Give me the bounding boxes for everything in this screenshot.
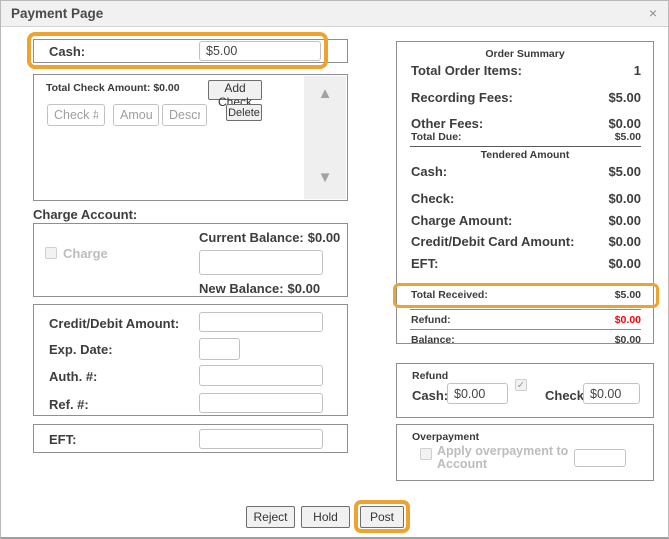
charge-account-input[interactable]	[199, 250, 323, 275]
exp-date-input[interactable]	[199, 338, 240, 360]
refund-check-input[interactable]	[583, 383, 640, 404]
tendered-row-check: Check:$0.00	[411, 191, 641, 206]
summary-row-other-fees: Other Fees:$0.00	[411, 116, 641, 131]
title-bar: Payment Page ×	[1, 1, 668, 27]
credit-debit-amount-label: Credit/Debit Amount:	[49, 316, 179, 331]
summary-row-balance: Balance:$0.00	[411, 334, 641, 346]
order-summary-title: Order Summary	[397, 48, 653, 60]
charge-panel: Charge Current Balance:$0.00 New Balance…	[33, 223, 348, 297]
refund-cash-input[interactable]	[447, 383, 508, 404]
apply-overpayment-checkbox[interactable]	[420, 448, 432, 460]
reject-button[interactable]: Reject	[246, 506, 295, 528]
overpayment-account-input[interactable]	[574, 449, 626, 467]
check-list-scrollbar[interactable]: ▲ ▼	[304, 76, 346, 199]
refund-cash-label: Cash:	[412, 388, 448, 403]
tendered-amount-title: Tendered Amount	[397, 149, 653, 161]
scroll-down-icon[interactable]: ▼	[304, 169, 346, 186]
summary-row-total-order-items: Total Order Items:1	[411, 63, 641, 78]
eft-panel: EFT:	[33, 424, 348, 453]
order-summary-panel: Order Summary Total Order Items:1 Record…	[396, 41, 654, 344]
tendered-row-cash: Cash:$5.00	[411, 164, 641, 179]
auth-number-input[interactable]	[199, 365, 323, 386]
credit-debit-amount-input[interactable]	[199, 312, 323, 332]
exp-date-label: Exp. Date:	[49, 342, 113, 357]
summary-divider	[410, 146, 641, 147]
refund-check-label: Check:	[545, 388, 588, 403]
hold-button[interactable]: Hold	[301, 506, 350, 528]
charge-checkbox-label: Charge	[63, 246, 108, 261]
ref-number-input[interactable]	[199, 393, 323, 413]
overpayment-panel: Overpayment Apply overpayment to Account	[396, 424, 654, 481]
cash-input[interactable]	[199, 41, 321, 61]
current-balance: Current Balance:$0.00	[199, 230, 340, 245]
tendered-row-eft: EFT:$0.00	[411, 256, 641, 271]
check-amount-input[interactable]	[113, 104, 159, 126]
charge-account-title: Charge Account:	[33, 207, 137, 222]
delete-check-button[interactable]: Delete	[226, 104, 262, 121]
scroll-up-icon[interactable]: ▲	[304, 85, 346, 102]
overpayment-title: Overpayment	[412, 431, 479, 443]
summary-row-refund: Refund:$0.00	[411, 314, 641, 326]
payment-page-dialog: Payment Page × Cash: Total Check Amount:…	[0, 0, 669, 539]
summary-divider-3	[410, 329, 641, 330]
post-button[interactable]: Post	[360, 506, 404, 528]
check-number-input[interactable]	[47, 104, 105, 126]
credit-debit-panel: Credit/Debit Amount: Exp. Date: Auth. #:…	[33, 304, 348, 416]
check-panel: Total Check Amount: $0.00 Add Check Dele…	[33, 74, 348, 201]
cash-highlight: Cash:	[27, 32, 328, 69]
refund-title: Refund	[412, 370, 448, 382]
add-check-button[interactable]: Add Check	[208, 80, 262, 100]
ref-number-label: Ref. #:	[49, 397, 89, 412]
refund-panel: Refund Cash: ✓ Check:	[396, 363, 654, 418]
summary-divider-2	[410, 309, 641, 310]
tendered-row-credit-debit: Credit/Debit Card Amount:$0.00	[411, 234, 641, 249]
apply-overpayment-label: Apply overpayment to Account	[437, 445, 577, 471]
check-description-input[interactable]	[162, 104, 207, 126]
summary-row-total-due: Total Due:$5.00	[411, 131, 641, 143]
new-balance: New Balance:$0.00	[199, 281, 320, 296]
eft-input[interactable]	[199, 429, 323, 449]
total-check-amount-label: Total Check Amount: $0.00	[46, 82, 180, 94]
charge-checkbox[interactable]	[45, 247, 57, 259]
summary-row-total-received: Total Received:$5.00	[411, 289, 641, 301]
tendered-row-charge-amount: Charge Amount:$0.00	[411, 213, 641, 228]
close-icon[interactable]: ×	[649, 5, 657, 21]
window-title: Payment Page	[11, 6, 103, 21]
summary-row-recording-fees: Recording Fees:$5.00	[411, 90, 641, 105]
auth-number-label: Auth. #:	[49, 369, 97, 384]
cash-label: Cash:	[49, 44, 85, 59]
eft-label: EFT:	[49, 432, 76, 447]
refund-checkbox[interactable]: ✓	[515, 379, 527, 391]
